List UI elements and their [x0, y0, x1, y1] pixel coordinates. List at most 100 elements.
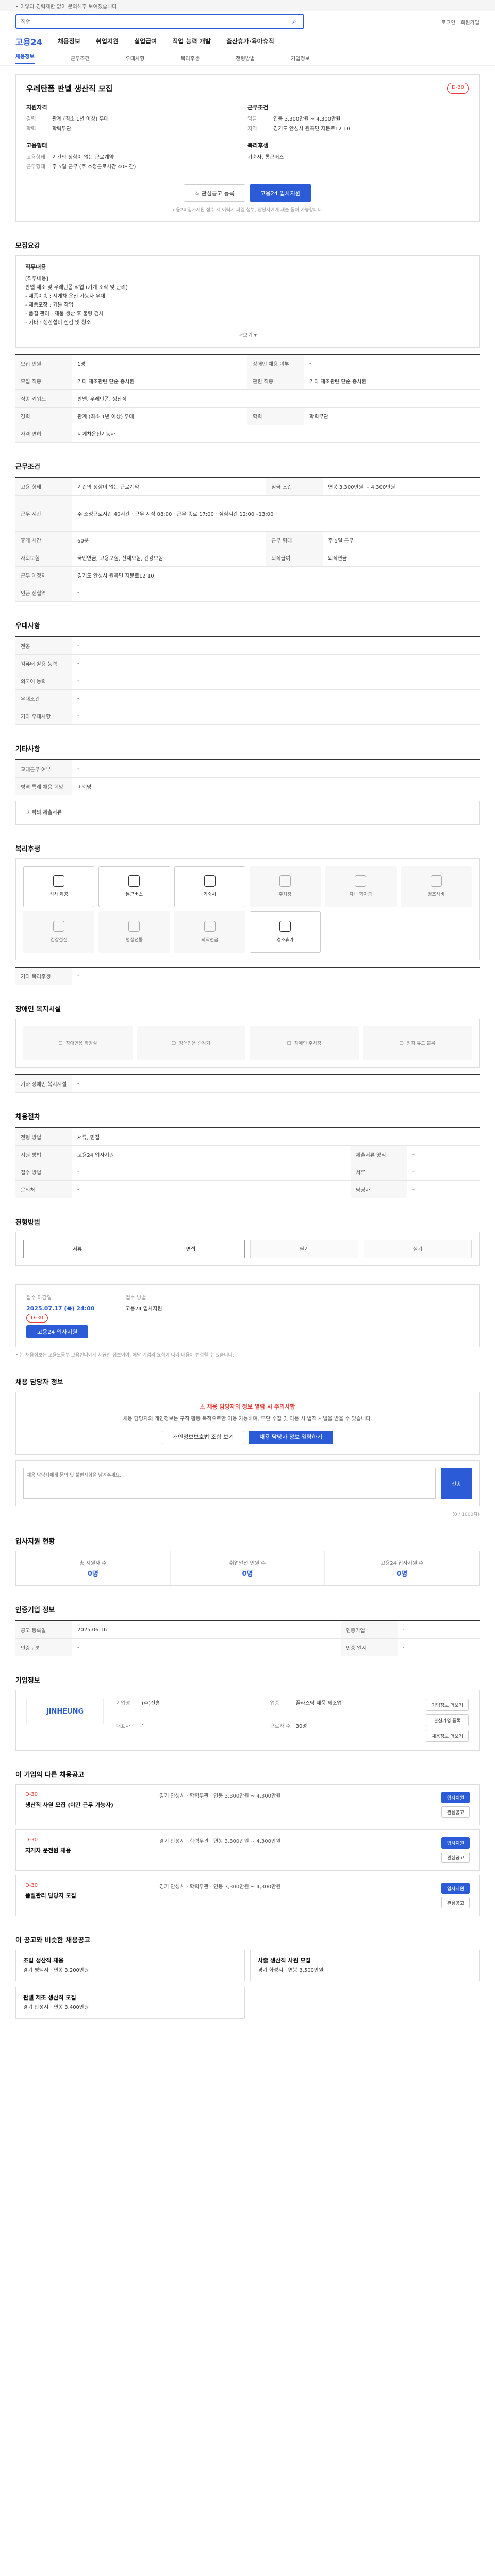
- welfare-item: 식사 제공: [23, 866, 95, 907]
- table-row: 기타 장애인 복지시설 -: [15, 1074, 480, 1093]
- tab-welfare[interactable]: 복리후생: [180, 54, 200, 62]
- dday-badge: D-30: [26, 1313, 48, 1323]
- apply-button[interactable]: 입사지원: [441, 1837, 470, 1849]
- apply-button[interactable]: 고용24 입사지원: [26, 1325, 89, 1338]
- welfare-item: 자녀 학자금: [325, 866, 397, 907]
- elevator-icon: ▢: [171, 1040, 176, 1046]
- apply-button[interactable]: 입사지원: [441, 1792, 470, 1804]
- table-value: -: [407, 1162, 480, 1181]
- nav-training[interactable]: 직업 능력 개발: [172, 37, 211, 45]
- privacy-law-button[interactable]: 개인정보보호법 조항 보기: [161, 1431, 245, 1445]
- table-row: 모집 직종 기타 제조관련 단순 종사원 관련 직종 기타 제조관련 단순 종사원: [15, 371, 480, 390]
- sub-nav: 채용정보 근무조건 우대사항 복리후생 전형방법 기업정보: [0, 50, 495, 66]
- table-key: 인증 일시: [340, 1638, 398, 1657]
- welfare-item: 경조휴가: [249, 911, 321, 953]
- nav-support[interactable]: 취업지원: [96, 37, 119, 45]
- summary-value: 주 5일 근무 (주 소정근로시간 40시간): [52, 164, 136, 170]
- reco-card[interactable]: 사출 생산직 사원 모집 경기 화성시 · 연봉 3,500만원: [250, 1950, 480, 1982]
- conditions-table: 고용 형태 기간의 정함이 없는 근로계약 임금 조건 연봉 3,300만원 ~ 4,…: [15, 477, 480, 602]
- job-title[interactable]: 생산직 사원 모집 (야간 근무 가능자): [25, 1801, 159, 1809]
- section-title: 우대사항: [15, 622, 40, 630]
- table-value: -: [72, 1638, 341, 1657]
- company-value: (주)진흥: [142, 1701, 160, 1707]
- table-row: 인증구분 - 인증 일시 -: [15, 1638, 480, 1657]
- warning-icon: ⚠: [200, 1403, 207, 1410]
- disability-label: 장애인 주차장: [294, 1041, 322, 1047]
- company-key: 기업명: [116, 1701, 130, 1707]
- reco-card[interactable]: 판넬 제조 생산직 모집 경기 안성시 · 연봉 3,400만원: [15, 1987, 245, 2019]
- dday-label: D-30: [25, 1883, 38, 1889]
- misc-table: 공고 등록일 2025.06.16 인증기업 - 인증구분 - 인증 일시 -: [15, 1620, 480, 1657]
- warning-body: 채용 담당자의 개인정보는 구직 활동 목적으로만 이용 가능하며, 무단 수집…: [123, 1416, 372, 1422]
- section-title: 이 공고와 비슷한 채용공고: [15, 1937, 91, 1945]
- table-row: 접수 방법 - 서류 -: [15, 1162, 480, 1181]
- job-title[interactable]: 품질관리 담당자 모집: [25, 1891, 159, 1900]
- recruit-section: 모집요강 직무내용 [직무내용] 판넬 제조 및 우레탄폼 작업 (기계 조작 …: [15, 240, 480, 443]
- table-key: 인증기업: [340, 1620, 398, 1639]
- summary-heading: 지원자격: [26, 104, 47, 111]
- view-contact-button[interactable]: 채용 담당자 정보 열람하기: [249, 1431, 334, 1445]
- tab-conditions[interactable]: 근무조건: [71, 54, 90, 62]
- desc-line: - 기타 : 생산설비 점검 및 청소: [25, 319, 91, 326]
- section-title: 기업정보: [15, 1677, 40, 1685]
- table-key: 모집 직종: [15, 371, 72, 390]
- tab-company[interactable]: 기업정보: [291, 54, 310, 62]
- disability-item: ▢ 장애인용 승강기: [136, 1026, 245, 1060]
- table-row: 외국어 능력 -: [15, 671, 480, 690]
- list-item[interactable]: D-30 지게차 운전원 채용 경기 안성시 · 학력무관 · 연봉 3,300만…: [15, 1829, 480, 1871]
- apply-button[interactable]: 고용24 입사지원: [249, 184, 311, 202]
- table-row: 고용 형태 기간의 정함이 없는 근로계약 임금 조건 연봉 3,300만원 ~ 4,…: [15, 477, 480, 496]
- logo[interactable]: 고용24: [15, 35, 42, 47]
- table-value: 학력무관: [304, 406, 480, 425]
- list-item[interactable]: D-30 생산직 사원 모집 (야간 근무 가능자) 경기 안성시 · 학력무관 …: [15, 1784, 480, 1826]
- bookmark-button[interactable]: 관심공고: [441, 1897, 470, 1909]
- login-link[interactable]: 로그인: [441, 18, 456, 26]
- list-item[interactable]: D-30 품질관리 담당자 모집 경기 안성시 · 학력무관 · 연봉 3,300…: [15, 1875, 480, 1917]
- job-title-row: 우레탄폼 판넬 생산직 모집 D-30: [26, 83, 469, 94]
- send-button[interactable]: 전송: [441, 1468, 472, 1499]
- search-icon[interactable]: ⌕: [290, 17, 299, 26]
- tab-recruit[interactable]: 채용정보: [15, 52, 35, 64]
- job-meta: 경기 안성시 · 학력무관 · 연봉 3,300만원 ~ 4,300만원: [159, 1839, 281, 1845]
- bookmark-button[interactable]: 관심공고: [441, 1852, 470, 1863]
- job-title: 우레탄폼 판넬 생산직 모집: [26, 84, 113, 93]
- dday-label: D-30: [25, 1837, 38, 1843]
- method-item: 면접: [137, 1239, 245, 1258]
- nav-leave[interactable]: 출산휴가·육아휴직: [226, 37, 274, 45]
- company-value: 30명: [295, 1724, 307, 1730]
- desc-line: - 제품포장 : 기본 작업: [25, 302, 74, 308]
- desc-line: - 품질 관리 : 제품 생산 후 불량 검사: [25, 311, 104, 317]
- company-logo: JINHEUNG: [26, 1699, 104, 1725]
- nav-benefit[interactable]: 실업급여: [134, 37, 157, 45]
- more-button[interactable]: 더보기 ▾: [25, 331, 470, 340]
- table-row: 기타 우대사항 -: [15, 706, 480, 725]
- welfare-item: 경조사비: [400, 866, 472, 907]
- tab-prefer[interactable]: 우대사항: [126, 54, 145, 62]
- bus-icon: [128, 875, 140, 887]
- nav-jobs[interactable]: 채용정보: [58, 37, 80, 45]
- signup-link[interactable]: 회원가입: [460, 18, 480, 26]
- search-input[interactable]: [21, 18, 290, 25]
- bookmark-button[interactable]: 관심공고: [441, 1806, 470, 1818]
- table-value: 고용24 입사지원: [72, 1145, 351, 1163]
- tab-process[interactable]: 전형방법: [236, 54, 255, 62]
- job-title[interactable]: 지게차 운전원 채용: [25, 1846, 159, 1854]
- table-key: 자격 면허: [15, 424, 72, 443]
- method-item: 서류: [23, 1239, 131, 1258]
- company-jobs-button[interactable]: 채용정보 더보기: [426, 1730, 469, 1742]
- section-title: 근무조건: [15, 463, 40, 471]
- summary-heading: 복리후생: [248, 142, 269, 149]
- table-value: 주 소정근로시간 40시간 · 근무 시작 08:00 · 근무 종료 17:0…: [72, 495, 480, 532]
- section-title: 전형방법: [15, 1218, 40, 1227]
- inquiry-input[interactable]: [23, 1468, 436, 1499]
- company-key: 대표자: [116, 1724, 130, 1730]
- reco-card[interactable]: 조립 생산직 채용 경기 평택시 · 연봉 3,200만원: [15, 1950, 245, 1982]
- reco-meta: 경기 화성시 · 연봉 3,500만원: [258, 1968, 324, 1974]
- page: • 이렇과 경력제한 없이 문의해주 보여졌습니다. ⌕ 로그인 회원가입 고용…: [0, 0, 495, 2039]
- apply-button[interactable]: 입사지원: [441, 1883, 470, 1894]
- dday-label: D-30: [25, 1792, 38, 1798]
- company-bookmark-button[interactable]: 관심기업 등록: [426, 1714, 469, 1727]
- section-title: 입사지원 현황: [15, 1538, 55, 1546]
- bookmark-button[interactable]: ☆ 관심공고 등록: [184, 184, 245, 202]
- company-more-button[interactable]: 기업정보 더보기: [426, 1699, 469, 1711]
